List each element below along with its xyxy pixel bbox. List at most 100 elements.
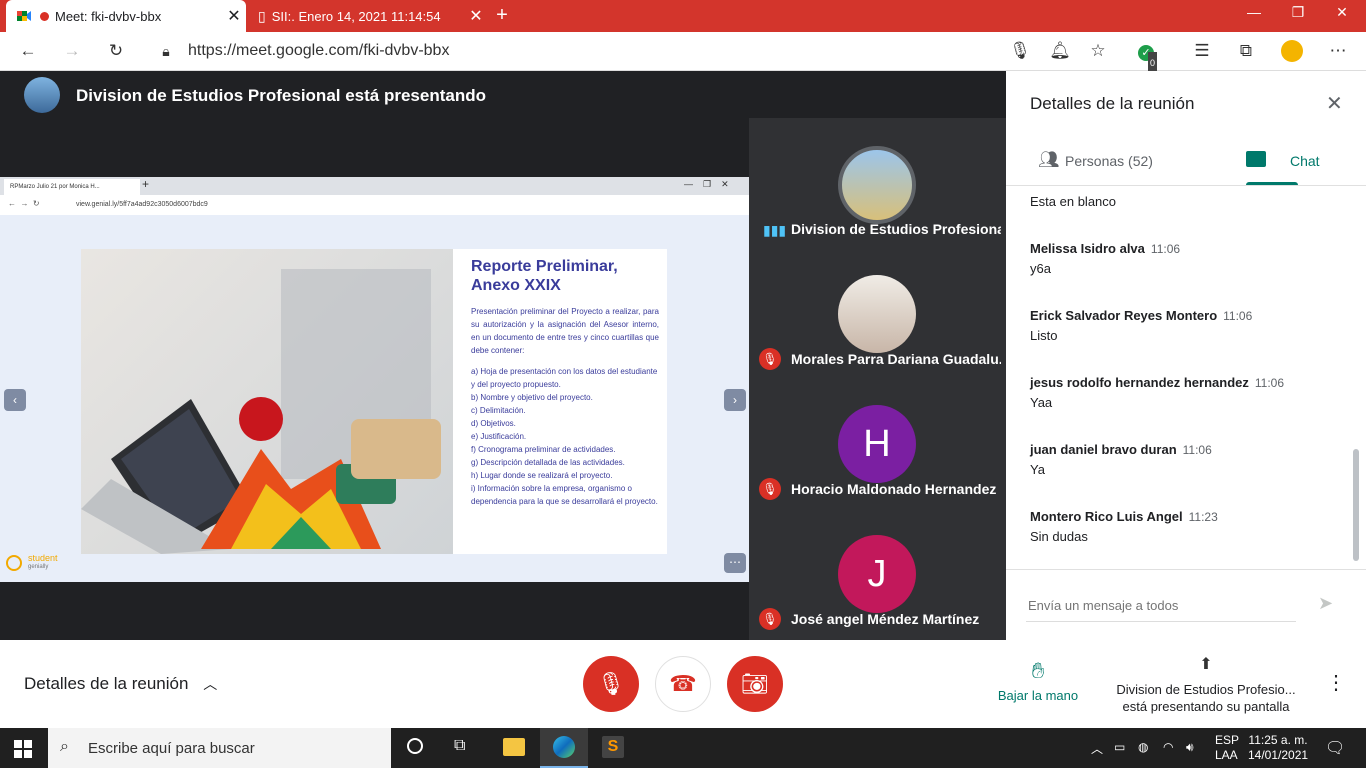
panel-title: Detalles de la reunión (1030, 94, 1195, 113)
presenting-line2: está presentando su pantalla (1122, 699, 1290, 714)
slide-more-icon[interactable]: ⋯ (724, 553, 746, 573)
browser-menu-icon[interactable]: ⋯ (1326, 40, 1350, 62)
more-options-icon[interactable]: ⋮ (1326, 670, 1346, 695)
shared-tab-strip: RPMarzo Julio 21 por Monica H... + — ❐ ✕ (0, 177, 749, 195)
close-window-button[interactable]: ✕ (1320, 4, 1364, 21)
search-placeholder: Escribe aquí para buscar (88, 740, 255, 757)
network-icon[interactable]: ◍ (1138, 740, 1148, 754)
chat-message: Montero Rico Luis Angel 11:23 Sin dudas (1030, 509, 1350, 544)
minimize-button[interactable]: — (1232, 4, 1276, 20)
presenting-title: Division de Estudios Profesional está pr… (76, 86, 486, 105)
task-view-icon[interactable]: ⧉ (454, 737, 465, 755)
tray-overflow-icon[interactable]: ︿ (1091, 740, 1103, 757)
participant-avatar: J (838, 535, 916, 613)
tab-sii[interactable]: ▯ SII:. Enero 14, 2021 11:14:54 ✕ (248, 0, 488, 32)
slide-item: h) Lugar donde se realizará el proyecto. (471, 471, 613, 480)
close-panel-icon[interactable]: ✕ (1326, 91, 1343, 116)
file-explorer-icon[interactable] (503, 738, 525, 756)
extension-shield-icon[interactable]: ✓ 0 (1134, 40, 1158, 74)
tab-chat[interactable]: Chat (1186, 137, 1366, 185)
message-text: Listo (1030, 328, 1058, 343)
slide-illustration (81, 269, 441, 554)
participant-name: Horacio Maldonado Hernandez (791, 481, 997, 497)
tab-meet[interactable]: Meet: fki-dvbv-bbx ✕ (6, 0, 246, 32)
collections-icon[interactable]: ⧉ (1234, 40, 1258, 62)
meeting-details-toggle[interactable]: Detalles de la reunión ︿ (24, 674, 217, 694)
message-sender: juan daniel bravo duran (1030, 442, 1177, 457)
participant-tile[interactable]: J 🎙︎ José angel Méndez Martínez (749, 508, 1006, 638)
tab-chat-label: Chat (1290, 153, 1320, 169)
tab-people[interactable]: 👥︎ Personas (52) (1006, 137, 1186, 185)
forward-arrow-icon[interactable]: → (60, 40, 84, 62)
lock-icon[interactable]: 🔒︎ (154, 40, 178, 62)
slide-next-icon[interactable]: › (724, 389, 746, 411)
participant-avatar (838, 146, 916, 224)
tab-close-icon[interactable]: ✕ (464, 6, 488, 26)
recording-dot-icon (40, 11, 49, 21)
chat-scrollbar[interactable] (1353, 449, 1359, 561)
participant-name: José angel Méndez Martínez (791, 611, 980, 627)
clock[interactable]: 11:25 a. m. 14/01/2021 (1248, 733, 1308, 763)
message-text: Sin dudas (1030, 529, 1088, 544)
hand-icon: ✋︎ (1031, 658, 1045, 683)
address-bar[interactable]: https://meet.google.com/fki-dvbv-bbx (188, 42, 449, 60)
microphone-off-button[interactable]: 🎙︎ (583, 656, 639, 712)
shared-url: view.genial.ly/5ff7a4ad92c3050d6007bdc9 (76, 201, 208, 208)
back-arrow-icon[interactable]: ← (16, 40, 40, 62)
presentation-status-button[interactable]: ⬆︎ Division de Estudios Profesio... está… (1104, 654, 1308, 714)
language-indicator[interactable]: ESP LAA (1215, 733, 1239, 763)
message-time: 11:06 (1254, 376, 1285, 390)
message-time: 11:06 (1182, 443, 1212, 457)
chat-message: jesus rodolfo hernandez hernandez 11:06 Y… (1030, 375, 1350, 410)
chat-icon (1246, 151, 1266, 167)
brand-label: student (28, 553, 58, 563)
windows-start-icon[interactable] (14, 740, 32, 763)
reload-icon[interactable]: ↻ (104, 40, 128, 62)
wifi-icon[interactable]: ◠ (1163, 740, 1173, 754)
presenting-line1: Division de Estudios Profesio... (1116, 682, 1296, 697)
leave-call-button[interactable]: ☎︎ (655, 656, 711, 712)
tab-people-label: Personas (52) (1065, 153, 1153, 169)
presenter-avatar (24, 77, 60, 113)
restore-button[interactable]: ❐ (1276, 4, 1320, 21)
muted-mic-icon: 🎙︎ (759, 478, 781, 500)
notification-center-icon[interactable]: 🗨︎ (1325, 738, 1345, 758)
volume-icon[interactable]: 🔊︎ (1186, 740, 1194, 755)
language-label: ESP (1215, 733, 1240, 747)
profile-avatar[interactable] (1280, 40, 1304, 62)
slide-item: g) Descripción detallada de las activida… (471, 458, 625, 467)
tab-close-icon[interactable]: ✕ (222, 6, 246, 26)
camera-off-button[interactable]: 📷︎ (727, 656, 783, 712)
slide-items: a) Hoja de presentación con los datos de… (471, 365, 659, 508)
send-icon[interactable]: ➤ (1318, 593, 1333, 614)
chat-message-input[interactable] (1026, 589, 1296, 622)
participant-tile[interactable]: 🎙︎ Morales Parra Dariana Guadalu... (749, 248, 1006, 378)
keyboard-layout-label: LAA (1215, 748, 1238, 762)
favorites-list-icon[interactable]: ☰ (1190, 40, 1214, 62)
lower-hand-button[interactable]: ✋︎ Bajar la mano (990, 658, 1086, 703)
meeting-details-panel: Detalles de la reunión ✕ 👥︎ Personas (52… (1006, 71, 1366, 640)
muted-mic-icon: 🎙︎ (759, 608, 781, 630)
slide-prev-icon[interactable]: ‹ (4, 389, 26, 411)
notification-blocked-icon[interactable]: 🔔︎ (1048, 40, 1072, 62)
new-tab-button[interactable]: + (490, 4, 514, 27)
participant-avatar: H (838, 405, 916, 483)
battery-icon[interactable]: ▭ (1114, 740, 1125, 754)
slide-item: i) Información sobre la empresa, organis… (471, 484, 658, 506)
slide-item: d) Objetivos. (471, 419, 516, 428)
cortana-icon[interactable] (407, 738, 423, 754)
participant-tile[interactable]: ▮▮▮ Division de Estudios Profesional (749, 118, 1006, 248)
taskbar-search-box[interactable]: ⌕ Escribe aquí para buscar (48, 728, 391, 768)
brand-sub-label: genially (28, 564, 49, 570)
slide-item: a) Hoja de presentación con los datos de… (471, 367, 658, 389)
shared-tab: RPMarzo Julio 21 por Monica H... (4, 179, 140, 195)
chevron-up-icon: ︿ (203, 676, 218, 692)
participant-tile[interactable]: H 🎙︎ Horacio Maldonado Hernandez (749, 378, 1006, 508)
lower-hand-label: Bajar la mano (997, 688, 1079, 703)
sublime-text-icon[interactable]: S (602, 736, 624, 758)
chat-message-list[interactable]: Esta en blanco Melissa Isidro alva 11:06 … (1006, 186, 1366, 569)
muted-mic-icon: 🎙︎ (759, 348, 781, 370)
favorite-star-icon[interactable]: ☆ (1086, 40, 1110, 62)
edge-taskbar-button[interactable] (540, 728, 588, 768)
microphone-icon[interactable]: 🎙︎ (1008, 40, 1032, 62)
